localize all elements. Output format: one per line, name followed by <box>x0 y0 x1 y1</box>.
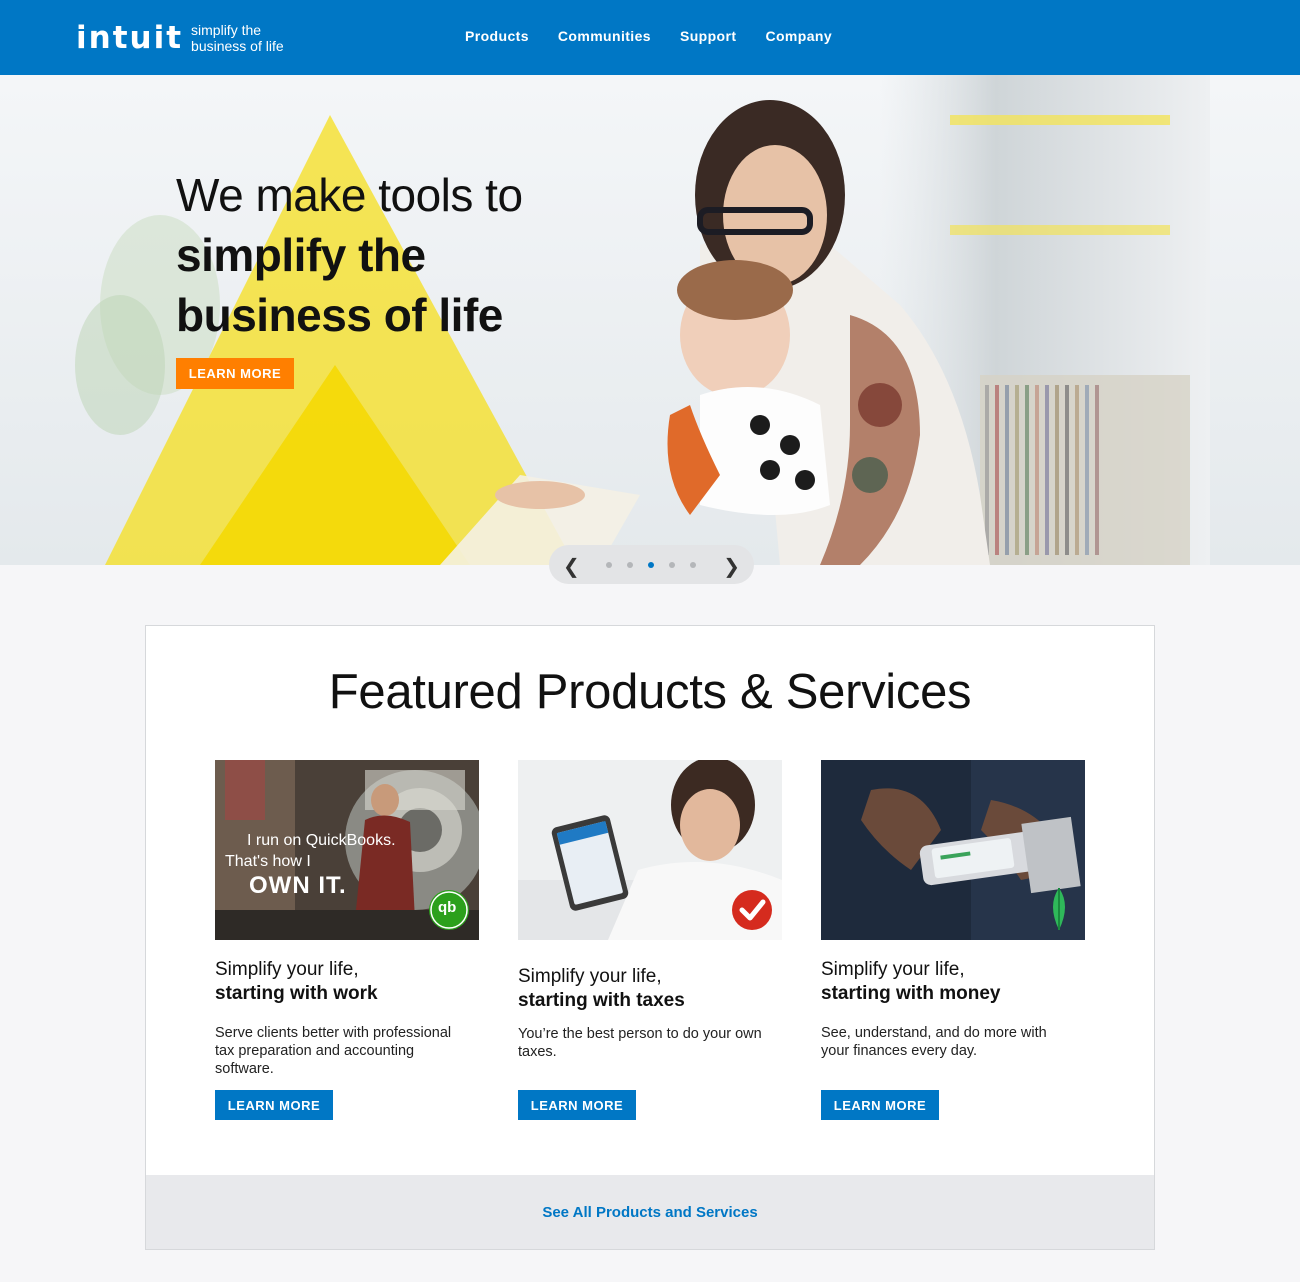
image-caption-line1: I run on QuickBooks. <box>247 832 396 849</box>
hero-banner: We make tools to simplify the business o… <box>0 75 1300 565</box>
hero-headline: We make tools to simplify the business o… <box>176 165 523 345</box>
nav-products[interactable]: Products <box>465 28 529 44</box>
hero-headline-line1: We make tools to <box>176 169 523 221</box>
quickbooks-learn-more-button[interactable]: LEARN MORE <box>215 1090 333 1120</box>
quickbooks-logo-icon: qb <box>438 899 457 916</box>
hero-learn-more-button[interactable]: LEARN MORE <box>176 358 294 389</box>
intuit-logo[interactable]: intuit simplify the business of life <box>76 20 291 56</box>
product-card-quickbooks: I run on QuickBooks. That's how I OWN IT… <box>215 760 480 1078</box>
mint-learn-more-button[interactable]: LEARN MORE <box>821 1090 939 1120</box>
hero-headline-line3: business of life <box>176 289 503 341</box>
top-navigation-bar: intuit simplify the business of life Pro… <box>0 0 1300 75</box>
image-caption-line3: OWN IT. <box>249 872 347 899</box>
nav-company[interactable]: Company <box>765 28 832 44</box>
chevron-left-icon[interactable]: ❮ <box>563 554 580 579</box>
featured-title: Featured Products & Services <box>328 665 972 719</box>
nav-communities[interactable]: Communities <box>558 28 651 44</box>
card-heading-1: Simplify your life, <box>518 966 662 987</box>
carousel-dots <box>606 562 696 568</box>
card-description: Serve clients better with professional t… <box>215 1025 452 1077</box>
card-heading-2: starting with taxes <box>518 990 685 1011</box>
card-heading-2: starting with money <box>821 983 1001 1004</box>
carousel-dot[interactable] <box>627 562 633 568</box>
main-nav: Products Communities Support Company <box>465 28 861 44</box>
quickbooks-image: I run on QuickBooks. That's how I OWN IT… <box>215 760 479 940</box>
featured-products-panel: Featured Products & Services I run on Qu… <box>145 625 1155 1250</box>
mint-image <box>821 760 1085 940</box>
product-card-turbotax: Simplify your life, starting with taxes … <box>518 760 783 1061</box>
hero-headline-line2: simplify the <box>176 229 426 281</box>
nav-support[interactable]: Support <box>680 28 736 44</box>
carousel-control: ❮ ❯ <box>549 545 754 584</box>
card-heading-1: Simplify your life, <box>215 959 359 980</box>
turbotax-image <box>518 760 782 940</box>
carousel-dot[interactable] <box>669 562 675 568</box>
carousel-dot-active[interactable] <box>648 562 654 568</box>
see-all-products-link[interactable]: See All Products and Services <box>542 1204 757 1221</box>
logo-wordmark: intuit <box>76 19 184 56</box>
image-caption-line2: That's how I <box>225 853 311 870</box>
logo-tagline: simplify the business of life <box>191 22 284 54</box>
carousel-dot[interactable] <box>606 562 612 568</box>
product-card-mint: Simplify your life, starting with money … <box>821 760 1086 1060</box>
card-description: You’re the best person to do your own ta… <box>518 1026 762 1060</box>
panel-footer: See All Products and Services <box>146 1175 1154 1249</box>
card-description: See, understand, and do more with your f… <box>821 1025 1047 1059</box>
carousel-dot[interactable] <box>690 562 696 568</box>
card-heading-2: starting with work <box>215 983 378 1004</box>
turbotax-learn-more-button[interactable]: LEARN MORE <box>518 1090 636 1120</box>
chevron-right-icon[interactable]: ❯ <box>723 554 740 579</box>
card-heading-1: Simplify your life, <box>821 959 965 980</box>
